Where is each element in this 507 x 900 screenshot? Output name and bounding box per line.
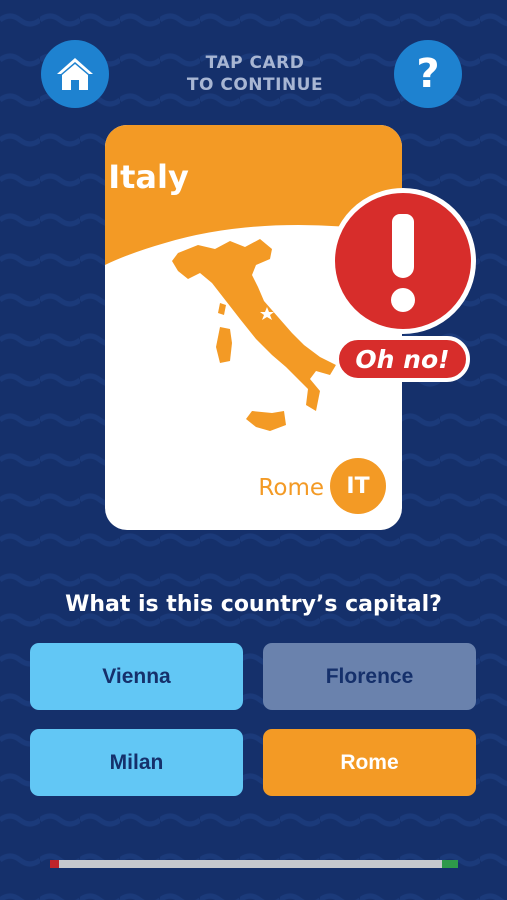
italy-map [172, 239, 336, 431]
answer-button-rome[interactable]: Rome [263, 729, 476, 796]
answer-button-florence[interactable]: Florence [263, 643, 476, 710]
exclamation-dot [391, 288, 415, 312]
country-code-badge: IT [330, 458, 386, 514]
exclamation-icon [392, 214, 414, 278]
feedback-message: Oh no! [335, 336, 470, 382]
country-name: Italy [108, 158, 189, 196]
question-mark-icon: ? [416, 51, 440, 97]
progress-end-marker [442, 860, 458, 868]
help-button[interactable]: ? [394, 40, 462, 108]
progress-bar [50, 860, 458, 868]
answer-button-milan[interactable]: Milan [30, 729, 243, 796]
tap-hint-line-1: TAP CARD [205, 53, 305, 73]
home-button[interactable] [41, 40, 109, 108]
tap-to-continue-hint: TAP CARD TO CONTINUE [160, 52, 350, 96]
tap-hint-line-2: TO CONTINUE [186, 75, 324, 95]
home-icon [57, 58, 93, 90]
progress-start-marker [50, 860, 59, 868]
question-text: What is this country’s capital? [65, 592, 442, 617]
answer-button-vienna[interactable]: Vienna [30, 643, 243, 710]
capital-label: Rome [258, 475, 324, 501]
